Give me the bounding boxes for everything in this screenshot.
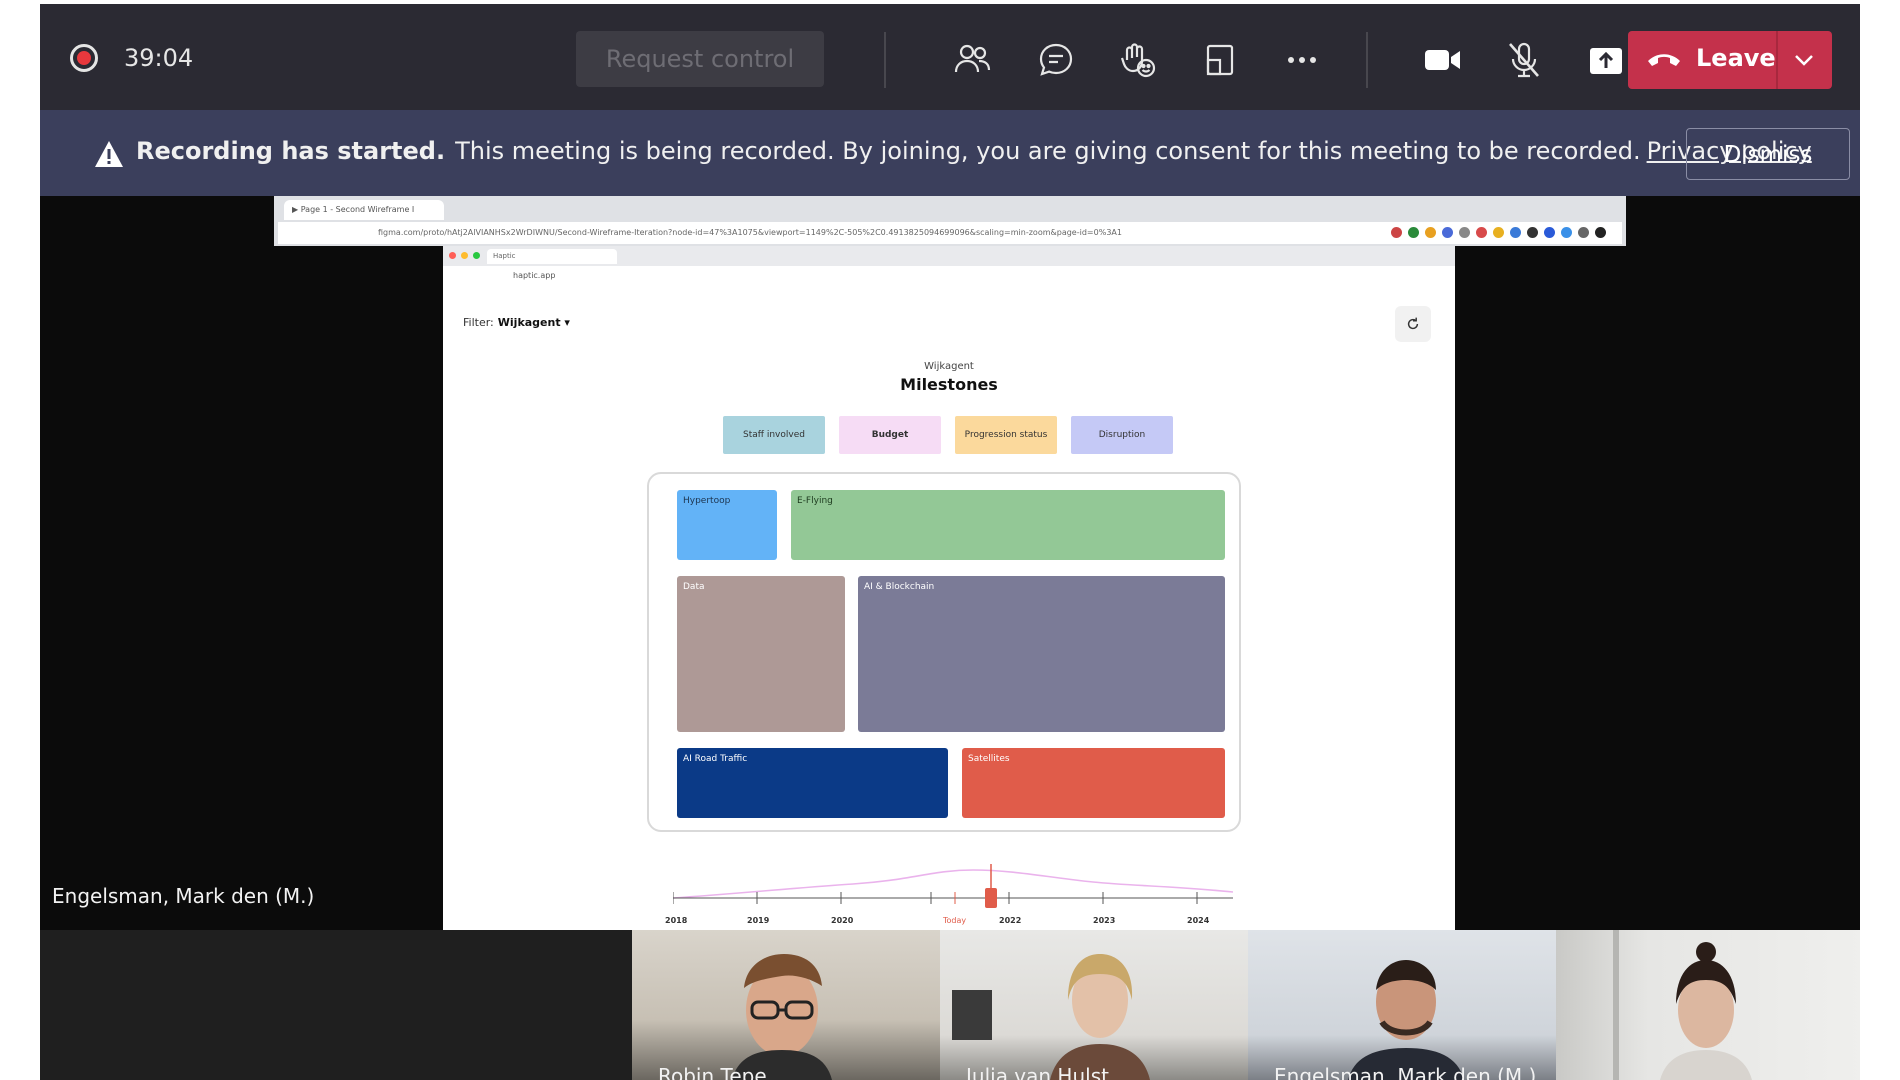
inner-browser-tab: Haptic (487, 249, 617, 264)
tile-hypertoop[interactable]: Hypertoop (677, 490, 777, 560)
timeline-label: 2024 (1187, 916, 1210, 925)
participant-name: Engelsman, Mark den (M.) (1274, 1064, 1537, 1080)
outer-address-bar: figma.com/proto/hAtj2AlVIANHSx2WrDIWNU/S… (278, 222, 1622, 244)
mic-off-icon[interactable] (1498, 34, 1550, 86)
chat-icon[interactable] (1030, 34, 1082, 86)
chevron-down-icon[interactable] (1792, 48, 1816, 72)
banner-message: This meeting is being recorded. By joini… (455, 137, 1641, 165)
participant-tile[interactable]: Julia van Hulst (940, 930, 1248, 1080)
toolbar-divider (884, 32, 886, 88)
toolbar-divider (1366, 32, 1368, 88)
avatar (1348, 960, 1464, 1080)
filter-label: Filter: (463, 316, 494, 329)
tile-ai-road-traffic[interactable]: AI Road Traffic (677, 748, 948, 818)
pill-budget[interactable]: Budget (839, 416, 941, 454)
timeline[interactable]: 2018 2019 2020 Today 2022 2023 2024 (665, 856, 1234, 930)
banner-title: Recording has started. (136, 137, 446, 165)
timeline-label-today: Today (943, 916, 967, 925)
outer-url: figma.com/proto/hAtj2AlVIANHSx2WrDIWNU/S… (378, 228, 1122, 237)
avatar (1613, 930, 1752, 1080)
request-control-button[interactable]: Request control (576, 31, 824, 87)
timeline-label: 2018 (665, 916, 688, 925)
leave-label: Leave (1696, 44, 1776, 72)
participant-tile[interactable] (1556, 930, 1860, 1080)
people-icon[interactable] (946, 34, 998, 86)
tile-satellites[interactable]: Satellites (962, 748, 1225, 818)
inner-browser-chrome: Haptic haptic.app (443, 246, 1455, 286)
tile-e-flying[interactable]: E-Flying (791, 490, 1225, 560)
dismiss-button[interactable]: Dismiss (1686, 128, 1850, 180)
record-icon (70, 44, 98, 72)
participant-strip: Robin Tepe Julia van Hulst Engelsman, Ma… (40, 930, 1860, 1080)
participant-tile[interactable]: Robin Tepe (632, 930, 940, 1080)
pill-progression-status[interactable]: Progression status (955, 416, 1057, 454)
leave-button[interactable]: Leave (1628, 31, 1832, 89)
page-subtitle: Wijkagent (924, 361, 974, 372)
filter-value[interactable]: Wijkagent ▾ (498, 316, 570, 329)
warning-icon (95, 141, 123, 167)
filter-control[interactable]: Filter: Wijkagent ▾ (463, 316, 570, 329)
refresh-icon[interactable] (1395, 306, 1431, 342)
timeline-label: 2020 (831, 916, 854, 925)
shared-screen: ▶ Page 1 - Second Wireframe I figma.com/… (274, 196, 1626, 930)
timeline-label: 2022 (999, 916, 1022, 925)
timeline-graph (672, 864, 1234, 908)
avatar (952, 954, 1150, 1080)
outer-browser-tab: ▶ Page 1 - Second Wireframe I (284, 200, 444, 220)
meeting-timer: 39:04 (124, 44, 194, 72)
inner-url: haptic.app (513, 271, 556, 280)
tile-data[interactable]: Data (677, 576, 845, 732)
more-icon[interactable] (1276, 34, 1328, 86)
recording-banner: Recording has started. This meeting is be… (40, 110, 1860, 196)
teams-meeting-window: 39:04 Request control Leave Recording ha… (40, 4, 1860, 1080)
tile-ai-blockchain[interactable]: AI & Blockchain (858, 576, 1225, 732)
meeting-toolbar: 39:04 Request control Leave (40, 4, 1860, 110)
pill-staff-involved[interactable]: Staff involved (723, 416, 825, 454)
pill-disruption[interactable]: Disruption (1071, 416, 1173, 454)
participant-tile[interactable]: Engelsman, Mark den (M.) (1248, 930, 1556, 1080)
haptic-app-window: Haptic haptic.app Filter: Wijkagent ▾ Wij… (443, 246, 1455, 930)
avatar (732, 954, 832, 1080)
outer-browser-chrome: ▶ Page 1 - Second Wireframe I figma.com/… (274, 196, 1626, 246)
reactions-icon[interactable] (1112, 34, 1164, 86)
share-icon[interactable] (1580, 34, 1632, 86)
phone-icon (1648, 54, 1680, 66)
participant-name: Julia van Hulst (966, 1064, 1109, 1080)
timeline-label: 2019 (747, 916, 770, 925)
page-title: Milestones (900, 375, 998, 394)
participant-name: Robin Tepe (658, 1064, 767, 1080)
presenter-name: Engelsman, Mark den (M.) (52, 884, 315, 908)
camera-icon[interactable] (1416, 34, 1468, 86)
timeline-label: 2023 (1093, 916, 1116, 925)
browser-extension-icons (1391, 227, 1606, 238)
rooms-icon[interactable] (1194, 34, 1246, 86)
